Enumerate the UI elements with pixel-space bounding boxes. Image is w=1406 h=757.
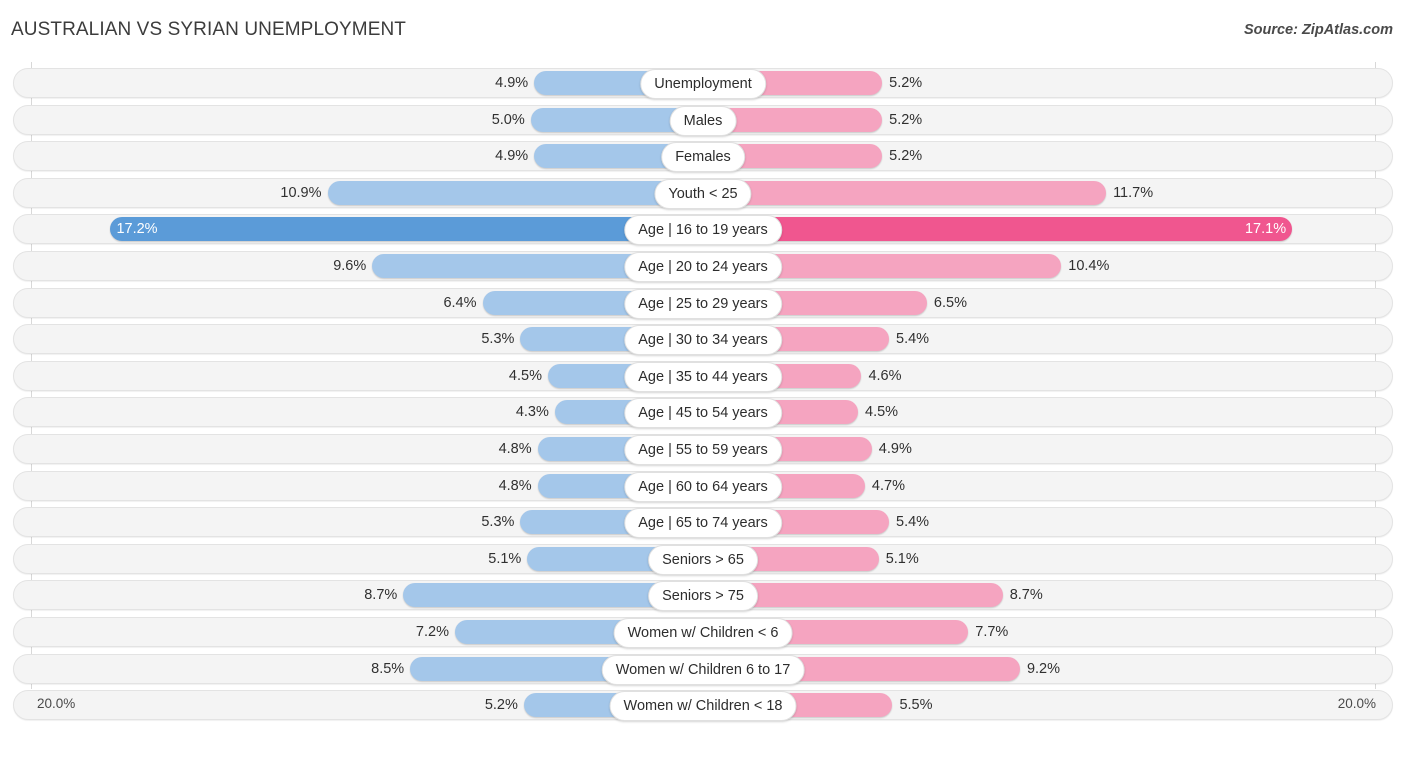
value-label-australian: 5.1% bbox=[488, 550, 522, 567]
value-label-syrian: 5.2% bbox=[889, 111, 923, 128]
category-label[interactable]: Women w/ Children < 18 bbox=[609, 691, 797, 722]
value-label-syrian: 11.7% bbox=[1113, 184, 1154, 201]
value-label-syrian: 17.1% bbox=[1244, 221, 1287, 238]
value-label-syrian: 4.5% bbox=[865, 404, 899, 421]
value-label-syrian: 5.4% bbox=[896, 331, 930, 348]
value-label-australian: 4.9% bbox=[495, 75, 529, 91]
value-label-syrian: 4.6% bbox=[868, 367, 902, 384]
category-label[interactable]: Age | 25 to 29 years bbox=[624, 288, 782, 319]
value-label-australian: 4.3% bbox=[515, 404, 549, 421]
chart-page: AUSTRALIAN VS SYRIAN UNEMPLOYMENT Source… bbox=[0, 0, 1406, 757]
category-label[interactable]: Age | 55 to 59 years bbox=[624, 434, 782, 465]
value-label-australian: 8.7% bbox=[364, 587, 398, 604]
value-label-australian: 6.4% bbox=[443, 294, 477, 311]
value-label-australian: 4.8% bbox=[498, 440, 532, 457]
category-label[interactable]: Males bbox=[669, 105, 737, 136]
value-label-australian: 4.8% bbox=[498, 477, 532, 494]
source-attribution: Source: ZipAtlas.com bbox=[1243, 22, 1393, 38]
category-label[interactable]: Age | 65 to 74 years bbox=[624, 508, 782, 539]
bar-row: 5.3% 5.4% Age | 65 to 74 years bbox=[0, 507, 1406, 539]
category-label[interactable]: Age | 16 to 19 years bbox=[624, 215, 782, 246]
value-label-australian: 8.5% bbox=[371, 660, 405, 677]
bar-syrian[interactable] bbox=[703, 217, 1293, 242]
category-label[interactable]: Age | 20 to 24 years bbox=[624, 251, 782, 282]
bar-row: 8.7% 8.7% Seniors > 75 bbox=[0, 580, 1406, 612]
category-label[interactable]: Age | 45 to 54 years bbox=[624, 398, 782, 429]
value-label-syrian: 8.7% bbox=[1009, 587, 1043, 604]
bar-row: 7.2% 7.7% Women w/ Children < 6 bbox=[0, 616, 1406, 648]
bar-syrian[interactable] bbox=[703, 180, 1107, 205]
bar-row: 4.5% 4.6% Age | 35 to 44 years bbox=[0, 360, 1406, 392]
bar-row: 6.4% 6.5% Age | 25 to 29 years bbox=[0, 287, 1406, 319]
category-label[interactable]: Youth < 25 bbox=[654, 178, 752, 209]
category-label[interactable]: Women w/ Children < 6 bbox=[613, 617, 793, 648]
bar-rows: 4.9% 5.2% Unemployment 5.0% 5.2% Males 4.9% 5.2… bbox=[0, 68, 1406, 727]
bar-row: 4.9% 5.2% Unemployment bbox=[0, 68, 1406, 99]
category-label[interactable]: Women w/ Children 6 to 17 bbox=[601, 654, 805, 685]
bar-row: 5.3% 5.4% Age | 30 to 34 years bbox=[0, 324, 1406, 356]
category-label[interactable]: Females bbox=[661, 142, 745, 173]
category-label[interactable]: Unemployment bbox=[640, 69, 766, 99]
value-label-syrian: 4.7% bbox=[871, 477, 905, 494]
value-label-syrian: 6.5% bbox=[933, 294, 967, 311]
value-label-syrian: 10.4% bbox=[1068, 257, 1110, 274]
bar-australian[interactable] bbox=[327, 180, 703, 205]
category-label[interactable]: Age | 35 to 44 years bbox=[624, 361, 782, 392]
page-title: AUSTRALIAN VS SYRIAN UNEMPLOYMENT bbox=[11, 19, 406, 40]
bar-australian[interactable] bbox=[110, 217, 703, 242]
value-label-australian: 10.9% bbox=[280, 184, 322, 201]
value-label-syrian: 5.2% bbox=[889, 75, 923, 91]
value-label-australian: 5.3% bbox=[481, 514, 515, 531]
value-label-syrian: 9.2% bbox=[1026, 660, 1060, 677]
value-label-syrian: 4.9% bbox=[878, 440, 912, 457]
bar-row: 4.8% 4.9% Age | 55 to 59 years bbox=[0, 433, 1406, 465]
value-label-syrian: 5.1% bbox=[885, 550, 919, 567]
value-label-australian: 9.6% bbox=[333, 257, 367, 274]
category-label[interactable]: Age | 30 to 34 years bbox=[624, 325, 782, 356]
bar-row: 8.5% 9.2% Women w/ Children 6 to 17 bbox=[0, 653, 1406, 685]
value-label-australian: 4.5% bbox=[508, 367, 542, 384]
plot-area: 4.9% 5.2% Unemployment 5.0% 5.2% Males 4.9% 5.2… bbox=[0, 62, 1406, 722]
category-label[interactable]: Seniors > 65 bbox=[648, 544, 758, 575]
value-label-syrian: 7.7% bbox=[975, 623, 1009, 640]
value-label-syrian: 5.4% bbox=[896, 514, 930, 531]
bar-row: 5.1% 5.1% Seniors > 65 bbox=[0, 543, 1406, 575]
value-label-australian: 5.0% bbox=[491, 111, 525, 128]
category-label[interactable]: Seniors > 75 bbox=[648, 581, 758, 612]
value-label-syrian: 5.2% bbox=[889, 148, 923, 165]
bar-row: 9.6% 10.4% Age | 20 to 24 years bbox=[0, 250, 1406, 282]
bar-row: 17.2% 17.1% Age | 16 to 19 years bbox=[0, 214, 1406, 246]
value-label-australian: 17.2% bbox=[116, 221, 158, 238]
bar-row: 4.8% 4.7% Age | 60 to 64 years bbox=[0, 470, 1406, 502]
bar-row: 4.9% 5.2% Females bbox=[0, 141, 1406, 173]
value-label-australian: 7.2% bbox=[415, 623, 449, 640]
value-label-australian: 5.3% bbox=[481, 331, 515, 348]
bar-row: 10.9% 11.7% Youth < 25 bbox=[0, 177, 1406, 209]
value-label-australian: 4.9% bbox=[495, 148, 529, 165]
category-label[interactable]: Age | 60 to 64 years bbox=[624, 471, 782, 502]
bar-row: 4.3% 4.5% Age | 45 to 54 years bbox=[0, 397, 1406, 429]
bar-row: 5.0% 5.2% Males bbox=[0, 104, 1406, 136]
